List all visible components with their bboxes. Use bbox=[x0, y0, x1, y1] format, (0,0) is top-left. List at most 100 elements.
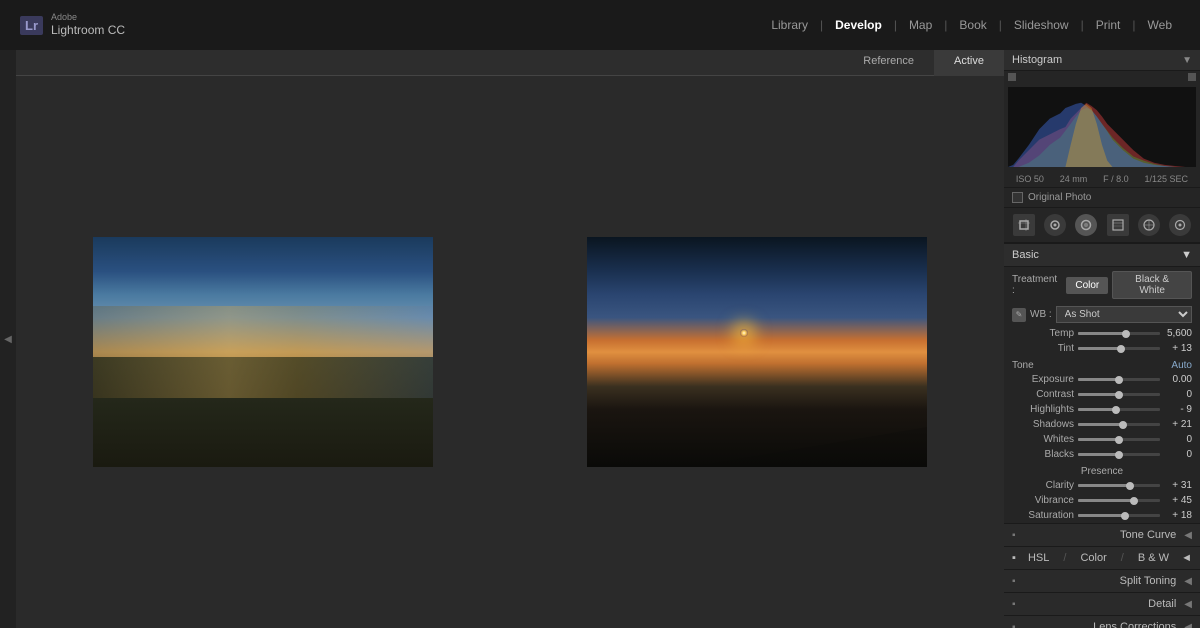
nav-slideshow[interactable]: Slideshow bbox=[1006, 14, 1077, 36]
nav-sep-2: | bbox=[892, 18, 899, 32]
clarity-slider-thumb[interactable] bbox=[1126, 482, 1134, 490]
clarity-slider-fill bbox=[1078, 484, 1130, 487]
nav-map[interactable]: Map bbox=[901, 14, 940, 36]
vibrance-slider-fill bbox=[1078, 499, 1134, 502]
shadows-slider-track[interactable] bbox=[1078, 423, 1160, 426]
lens-corrections-left-icon: ▪ bbox=[1012, 622, 1016, 628]
tone-curve-left-icon: ▪ bbox=[1012, 530, 1016, 541]
nav-develop[interactable]: Develop bbox=[827, 14, 890, 36]
hsl-sep-1: / bbox=[1061, 552, 1068, 564]
histogram-corner-tl[interactable] bbox=[1008, 73, 1016, 81]
brush-tool-icon[interactable] bbox=[1138, 214, 1160, 236]
split-toning-section[interactable]: ▪ Split Toning ◀ bbox=[1004, 569, 1200, 592]
nav-library[interactable]: Library bbox=[763, 14, 816, 36]
radial-tool-icon[interactable] bbox=[1075, 214, 1097, 236]
split-toning-toggle-icon: ◀ bbox=[1184, 576, 1192, 587]
saturation-slider-track[interactable] bbox=[1078, 514, 1160, 517]
exposure-slider-track[interactable] bbox=[1078, 378, 1160, 381]
temp-slider-thumb[interactable] bbox=[1122, 330, 1130, 338]
clarity-slider-track[interactable] bbox=[1078, 484, 1160, 487]
whites-slider-fill bbox=[1078, 438, 1119, 441]
contrast-slider-track[interactable] bbox=[1078, 393, 1160, 396]
detail-section[interactable]: ▪ Detail ◀ bbox=[1004, 592, 1200, 615]
vibrance-value: + 45 bbox=[1164, 495, 1192, 506]
tint-slider-track[interactable] bbox=[1078, 347, 1160, 350]
highlights-slider-thumb[interactable] bbox=[1112, 406, 1120, 414]
adobe-label: Adobe bbox=[51, 12, 125, 23]
gradient-tool-icon[interactable] bbox=[1107, 214, 1129, 236]
whites-value: 0 bbox=[1164, 434, 1192, 445]
vibrance-slider-row: Vibrance + 45 bbox=[1004, 493, 1200, 508]
whites-slider-track[interactable] bbox=[1078, 438, 1160, 441]
highlights-slider-fill bbox=[1078, 408, 1116, 411]
nav-book[interactable]: Book bbox=[951, 14, 994, 36]
left-panel[interactable]: ◀ bbox=[0, 50, 16, 628]
histogram-corner-tr[interactable] bbox=[1188, 73, 1196, 81]
nav-sep-4: | bbox=[997, 18, 1004, 32]
app-name-label: Lightroom CC bbox=[51, 23, 125, 37]
original-photo-label: Original Photo bbox=[1028, 192, 1091, 203]
basic-chevron-icon: ▼ bbox=[1181, 249, 1192, 261]
nav-print[interactable]: Print bbox=[1088, 14, 1129, 36]
blacks-value: 0 bbox=[1164, 449, 1192, 460]
highlights-label: Highlights bbox=[1012, 404, 1074, 415]
settings-tool-icon[interactable] bbox=[1169, 214, 1191, 236]
split-toning-left-icon: ▪ bbox=[1012, 576, 1016, 587]
heal-tool-icon[interactable] bbox=[1044, 214, 1066, 236]
hsl-sep-2: / bbox=[1119, 552, 1126, 564]
eyedropper-icon[interactable]: ✎ bbox=[1012, 308, 1026, 322]
left-arrow-icon[interactable]: ◀ bbox=[4, 334, 12, 345]
highlights-value: - 9 bbox=[1164, 404, 1192, 415]
treatment-label: Treatment : bbox=[1012, 274, 1062, 296]
contrast-slider-thumb[interactable] bbox=[1115, 391, 1123, 399]
tint-slider-thumb[interactable] bbox=[1117, 345, 1125, 353]
nav-sep-5: | bbox=[1079, 18, 1086, 32]
whites-slider-thumb[interactable] bbox=[1115, 436, 1123, 444]
lens-corrections-section[interactable]: ▪ Lens Corrections ◀ bbox=[1004, 615, 1200, 628]
exif-aperture: F / 8.0 bbox=[1103, 174, 1129, 184]
exposure-value: 0.00 bbox=[1164, 374, 1192, 385]
clarity-value: + 31 bbox=[1164, 480, 1192, 491]
tone-label: Tone bbox=[1012, 360, 1034, 371]
shadows-slider-thumb[interactable] bbox=[1119, 421, 1127, 429]
lr-badge: Lr bbox=[20, 16, 43, 35]
right-panel: Histogram ▼ ISO 50 bbox=[1004, 50, 1200, 628]
histogram-header[interactable]: Histogram ▼ bbox=[1004, 50, 1200, 71]
tone-curve-section[interactable]: ▪ Tone Curve ◀ bbox=[1004, 523, 1200, 546]
vibrance-slider-thumb[interactable] bbox=[1130, 497, 1138, 505]
exif-info: ISO 50 24 mm F / 8.0 1/125 SEC bbox=[1004, 171, 1200, 188]
auto-button[interactable]: Auto bbox=[1171, 360, 1192, 371]
exposure-slider-fill bbox=[1078, 378, 1119, 381]
tool-icons-row bbox=[1004, 208, 1200, 243]
vibrance-slider-track[interactable] bbox=[1078, 499, 1160, 502]
color-treatment-btn[interactable]: Color bbox=[1066, 277, 1108, 294]
temp-slider-track[interactable] bbox=[1078, 332, 1160, 335]
shadows-slider-row: Shadows + 21 bbox=[1004, 417, 1200, 432]
exposure-slider-thumb[interactable] bbox=[1115, 376, 1123, 384]
saturation-label: Saturation bbox=[1012, 510, 1074, 521]
shadows-slider-fill bbox=[1078, 423, 1123, 426]
blacks-slider-track[interactable] bbox=[1078, 453, 1160, 456]
exposure-label: Exposure bbox=[1012, 374, 1074, 385]
shadows-label: Shadows bbox=[1012, 419, 1074, 430]
bw-treatment-btn[interactable]: Black & White bbox=[1112, 271, 1192, 299]
blacks-slider-row: Blacks 0 bbox=[1004, 447, 1200, 462]
hsl-toggle-icon: ◄ bbox=[1181, 552, 1192, 564]
basic-section-header[interactable]: Basic ▼ bbox=[1004, 243, 1200, 267]
crop-tool-icon[interactable] bbox=[1013, 214, 1035, 236]
original-photo-checkbox[interactable] bbox=[1012, 192, 1023, 203]
histogram-title: Histogram bbox=[1012, 54, 1062, 66]
saturation-slider-thumb[interactable] bbox=[1121, 512, 1129, 520]
tab-active[interactable]: Active bbox=[934, 50, 1004, 76]
blacks-slider-thumb[interactable] bbox=[1115, 451, 1123, 459]
wb-select[interactable]: As Shot Auto Daylight Cloudy Custom bbox=[1056, 306, 1192, 323]
tab-reference[interactable]: Reference bbox=[16, 50, 934, 76]
nav-web[interactable]: Web bbox=[1140, 14, 1180, 36]
active-photo-panel bbox=[510, 76, 1004, 628]
blacks-slider-fill bbox=[1078, 453, 1119, 456]
presence-label-text: Presence bbox=[1081, 466, 1123, 477]
histogram-chevron-icon: ▼ bbox=[1182, 55, 1192, 66]
hsl-section[interactable]: ▪ HSL / Color / B & W ◄ bbox=[1004, 546, 1200, 569]
highlights-slider-track[interactable] bbox=[1078, 408, 1160, 411]
temp-label: Temp bbox=[1012, 328, 1074, 339]
